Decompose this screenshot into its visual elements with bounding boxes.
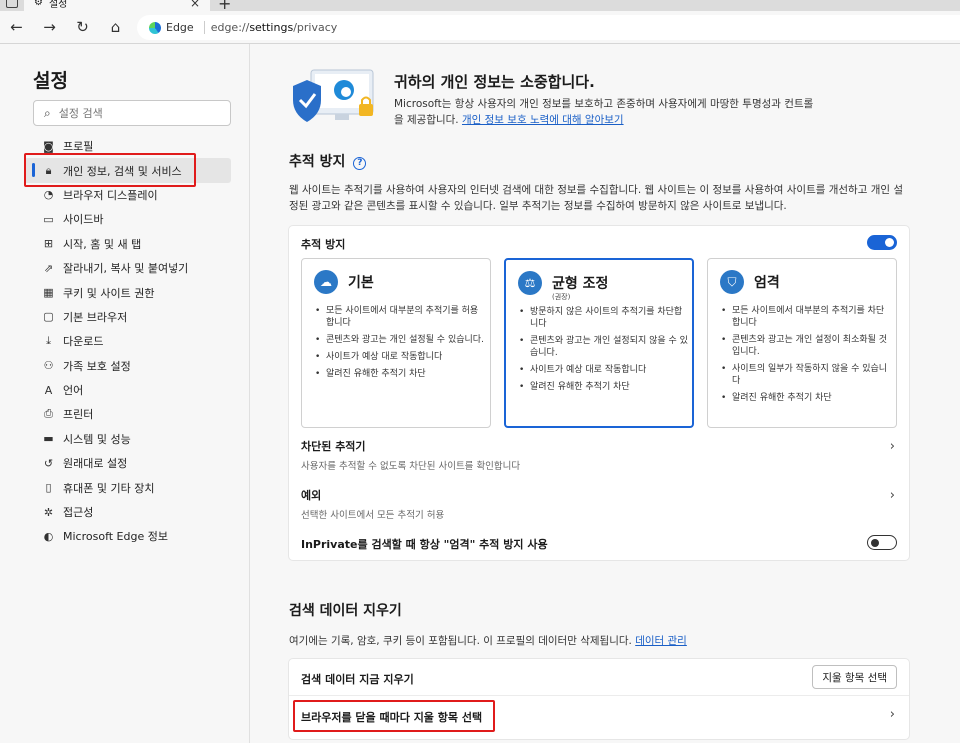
blocked-trackers-row[interactable]: 차단된 추적기 사용자를 추적할 수 없도록 차단된 사이트를 확인합니다 › xyxy=(289,431,909,475)
clear-data-card: 검색 데이터 지금 지우기 지울 항목 선택 브라우저를 닫을 때마다 지울 항… xyxy=(289,659,909,739)
privacy-hero: 귀하의 개인 정보는 소중합니다. Microsoft는 항상 사용자의 개인 … xyxy=(289,64,929,134)
sidebar-item-downloads[interactable]: ⤓ 다운로드 xyxy=(24,329,231,353)
profile-icon: ◙ xyxy=(43,139,54,153)
home-button[interactable]: ⌂ xyxy=(99,11,132,44)
basic-icon: ☁ xyxy=(314,270,338,294)
manage-data-link[interactable]: 데이터 관리 xyxy=(635,635,687,647)
sidebar-item-cookies[interactable]: ▦ 쿠키 및 사이트 권한 xyxy=(24,280,231,304)
chevron-right-icon: › xyxy=(889,439,895,454)
option-basic-bullets: 모든 사이트에서 대부분의 추적기를 허용합니다 콘텐츠와 광고는 개인 설정될… xyxy=(314,305,484,385)
tracking-toggle-label: 추적 방지 xyxy=(301,238,346,251)
chip-label: Edge xyxy=(166,21,194,34)
clear-data-description: 여기에는 기록, 암호, 쿠키 등이 포함됩니다. 이 프로필의 데이터만 삭제… xyxy=(289,635,687,647)
sidebar-item-appearance[interactable]: ◔ 브라우저 디스플레이 xyxy=(24,183,231,207)
hero-title: 귀하의 개인 정보는 소중합니다. xyxy=(394,73,595,91)
learn-more-link[interactable]: 개인 정보 보호 노력에 대해 알아보기 xyxy=(462,114,624,126)
printer-icon: ⎙ xyxy=(44,407,53,421)
back-button[interactable]: ← xyxy=(0,11,33,44)
settings-search[interactable]: ⌕ xyxy=(33,100,231,126)
sidebar-title: 설정 xyxy=(33,70,68,92)
sidebar-item-start[interactable]: ⊞ 시작, 홈 및 새 탭 xyxy=(24,232,231,256)
site-info-chip[interactable]: Edge xyxy=(149,21,205,34)
clear-now-label: 검색 데이터 지금 지우기 xyxy=(301,673,414,686)
sidebar-item-accessibility[interactable]: ✲ 접근성 xyxy=(24,500,231,524)
sidebar-icon: ▭ xyxy=(43,212,54,226)
help-icon[interactable]: ? xyxy=(353,157,367,170)
edge-icon: ◐ xyxy=(43,529,54,543)
tracking-section-title: 추적 방지? xyxy=(289,151,367,171)
reset-icon: ↺ xyxy=(43,456,54,470)
system-icon: ▬ xyxy=(43,432,54,446)
inprivate-strict-label: InPrivate를 검색할 때 항상 "엄격" 추적 방지 사용 xyxy=(301,538,548,551)
sidebar-item-profile[interactable]: ◙ 프로필 xyxy=(24,134,231,158)
sidebar-item-reset[interactable]: ↺ 원래대로 설정 xyxy=(24,451,231,475)
sidebar-item-languages[interactable]: A 언어 xyxy=(24,378,231,402)
cookie-icon: ▦ xyxy=(43,286,54,300)
search-input[interactable] xyxy=(58,106,209,120)
clear-on-close-row[interactable]: 브라우저를 닫을 때마다 지울 항목 선택 › xyxy=(289,696,909,736)
tracking-description: 웹 사이트는 추적기를 사용하여 사용자의 인터넷 검색에 대한 정보를 수집합… xyxy=(289,184,904,212)
sidebar-item-about[interactable]: ◐ Microsoft Edge 정보 xyxy=(24,524,231,548)
option-balanced-bullets: 방문하지 않은 사이트의 추적기를 차단합니다 콘텐츠와 광고는 개인 설정되지… xyxy=(518,306,688,398)
sidebar-item-printers[interactable]: ⎙ 프린터 xyxy=(24,402,231,426)
sidebar-item-system[interactable]: ▬ 시스템 및 성능 xyxy=(24,427,231,451)
option-balanced[interactable]: ⚖균형 조정 (권장) 방문하지 않은 사이트의 추적기를 차단합니다 콘텐츠와… xyxy=(504,258,694,428)
tab-strip: ⚙ 설정 × + xyxy=(0,0,960,11)
download-icon: ⤓ xyxy=(46,334,51,348)
sidebar-nav: ◙ 프로필 🔒︎ 개인 정보, 검색 및 서비스 ◔ 브라우저 디스플레이 ▭ 사이드바… xyxy=(24,134,231,549)
option-basic[interactable]: ☁기본 모든 사이트에서 대부분의 추적기를 허용합니다 콘텐츠와 광고는 개인… xyxy=(301,258,491,428)
address-bar[interactable]: Edge edge://settings/privacy xyxy=(137,15,960,40)
sidebar-item-family[interactable]: ⚇ 가족 보호 설정 xyxy=(24,354,231,378)
sidebar-item-default-browser[interactable]: ▢ 기본 브라우저 xyxy=(24,305,231,329)
strict-icon: ⛉ xyxy=(720,270,744,294)
sidebar-item-privacy[interactable]: 🔒︎ 개인 정보, 검색 및 서비스 xyxy=(24,158,231,183)
lock-icon: 🔒︎ xyxy=(45,163,52,177)
sidebar-item-phone[interactable]: ▯ 휴대폰 및 기타 장치 xyxy=(24,475,231,499)
clear-data-section-title: 검색 데이터 지우기 xyxy=(289,603,402,619)
option-strict[interactable]: ⛉엄격 모든 사이트에서 대부분의 추적기를 차단합니다 콘텐츠와 광고는 개인… xyxy=(707,258,897,428)
search-icon: ⌕ xyxy=(44,105,51,120)
new-tab-button[interactable]: + xyxy=(218,0,231,11)
appearance-icon: ◔ xyxy=(43,188,54,202)
forward-button[interactable]: → xyxy=(33,11,66,44)
recommended-label: (권장) xyxy=(552,293,571,301)
balanced-icon: ⚖ xyxy=(518,271,542,295)
family-icon: ⚇ xyxy=(43,359,54,373)
gear-icon: ⚙ xyxy=(34,0,43,8)
accessibility-icon: ✲ xyxy=(43,505,54,519)
tracking-prevention-card: 추적 방지 ☁기본 모든 사이트에서 대부분의 추적기를 허용합니다 콘텐츠와 … xyxy=(289,226,909,560)
language-icon: A xyxy=(44,383,53,397)
sidebar-item-share[interactable]: ⇗ 잘라내기, 복사 및 붙여넣기 xyxy=(24,256,231,280)
sidebar-item-sidebar[interactable]: ▭ 사이드바 xyxy=(24,207,231,231)
settings-main: 귀하의 개인 정보는 소중합니다. Microsoft는 항상 사용자의 개인 … xyxy=(251,44,960,743)
phone-icon: ▯ xyxy=(45,481,52,495)
start-icon: ⊞ xyxy=(43,237,54,251)
chevron-right-icon: › xyxy=(889,707,895,722)
workspaces-icon[interactable] xyxy=(6,0,18,8)
edge-icon xyxy=(149,21,161,34)
exceptions-row[interactable]: 예외 선택한 사이트에서 모든 추적기 허용 › xyxy=(289,480,909,524)
option-strict-bullets: 모든 사이트에서 대부분의 추적기를 차단합니다 콘텐츠와 광고는 개인 설정이… xyxy=(720,305,890,409)
url-text: edge://settings/privacy xyxy=(210,21,338,34)
hero-description: Microsoft는 항상 사용자의 개인 정보를 보호하고 존중하며 사용자에… xyxy=(394,98,814,126)
navigation-bar: ← → ↻ ⌂ Edge edge://settings/privacy xyxy=(0,11,960,44)
inprivate-strict-toggle[interactable] xyxy=(867,535,897,550)
privacy-illustration xyxy=(293,69,374,122)
choose-what-to-clear-button[interactable]: 지울 항목 선택 xyxy=(812,665,897,689)
tab-title: 설정 xyxy=(48,0,68,10)
browser-icon: ▢ xyxy=(43,310,54,324)
chevron-right-icon: › xyxy=(889,488,895,503)
refresh-button[interactable]: ↻ xyxy=(66,11,99,44)
settings-sidebar: 설정 ⌕ ◙프로필 🔒︎개인 정보, 검색 및 서비스 ◔브라우저 디스플레이 … xyxy=(0,44,250,743)
tracking-toggle[interactable] xyxy=(867,235,897,250)
share-icon: ⇗ xyxy=(43,261,54,275)
tab-settings[interactable]: ⚙ 설정 × xyxy=(24,0,210,11)
close-icon[interactable]: × xyxy=(190,0,200,10)
